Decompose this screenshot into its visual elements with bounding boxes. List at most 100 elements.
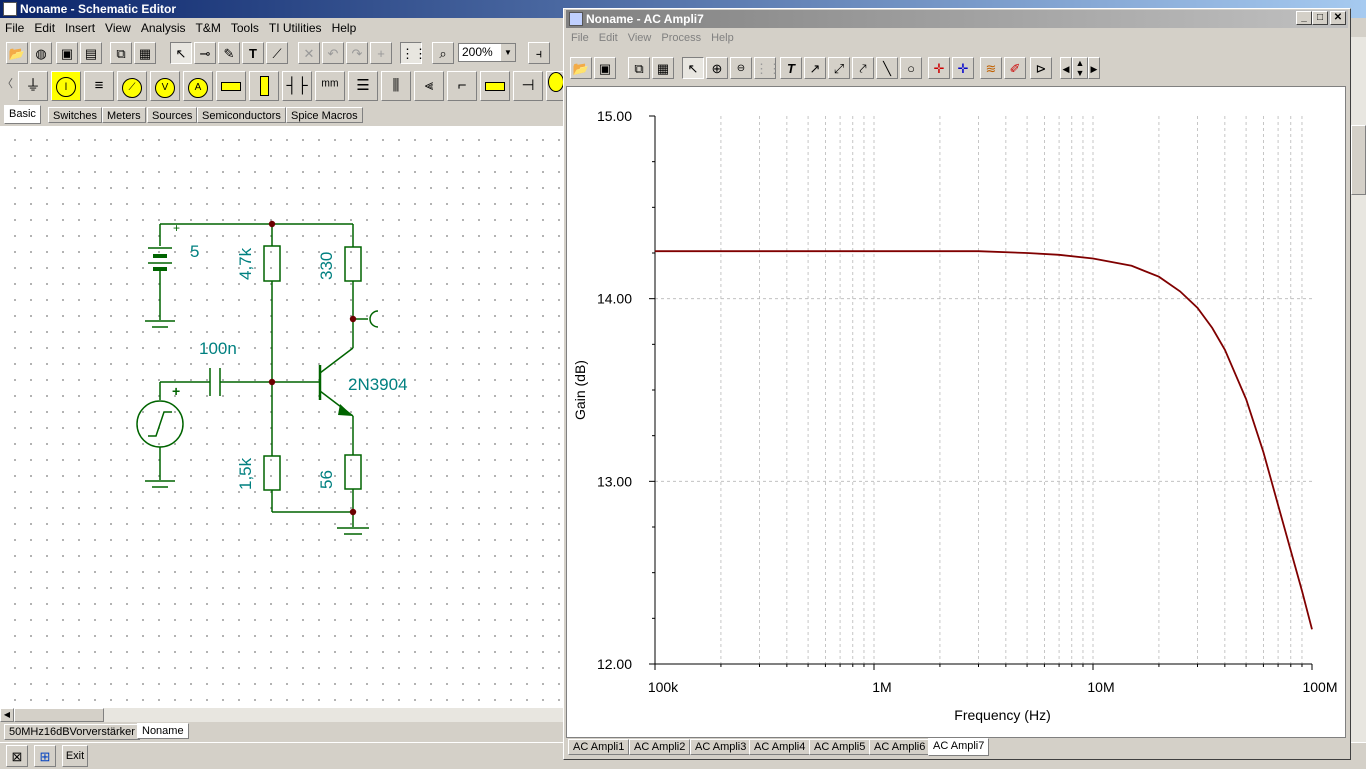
menu-tools[interactable]: Tools	[226, 19, 264, 37]
schematic-canvas[interactable]: + + 5 100n 2N3904 4,7k 330 1,5k 56	[0, 126, 565, 708]
junction-icon[interactable]: +	[370, 42, 392, 64]
transformer-center-icon[interactable]: ⫼	[381, 71, 411, 101]
tab-sources[interactable]: Sources	[147, 107, 198, 123]
diode-icon[interactable]: ⊣	[513, 71, 543, 101]
zoom-100-icon[interactable]: ⊖	[730, 57, 752, 79]
scroll-left-icon[interactable]: 〈	[2, 75, 13, 97]
cursor-b-icon[interactable]: ✛	[952, 57, 974, 79]
arrow-tool-icon[interactable]: ⤢	[828, 57, 850, 79]
circle-icon[interactable]: ○	[900, 57, 922, 79]
menu-view[interactable]: View	[100, 19, 136, 37]
save-icon[interactable]: ▣	[56, 42, 78, 64]
grid-icon[interactable]: ⋮⋮	[400, 42, 427, 64]
scroll-thumb[interactable]	[14, 708, 104, 722]
zoom-icon[interactable]: ⌕	[432, 42, 454, 64]
redo-icon[interactable]: ↷	[346, 42, 368, 64]
current-meter-icon[interactable]: A	[183, 71, 213, 101]
result-tab-5[interactable]: AC Ampli5	[809, 739, 871, 755]
curves-icon[interactable]: ≋	[980, 57, 1002, 79]
menu-help[interactable]: Help	[327, 19, 362, 37]
doc-tab-50mhz[interactable]: 50MHz16dBVorverstärker	[4, 724, 140, 740]
arrow-label-icon[interactable]: ⤤	[852, 57, 874, 79]
pencil-icon[interactable]: ✎	[218, 42, 240, 64]
tab-meters[interactable]: Meters	[102, 107, 146, 123]
ac-grid-icon[interactable]: ⋮⋮	[754, 57, 781, 79]
ac-text-icon[interactable]: T	[780, 57, 802, 79]
result-tab-2[interactable]: AC Ampli2	[629, 739, 691, 755]
schematic-view-icon[interactable]: ⊠	[6, 745, 28, 767]
ac-save-icon[interactable]: ▣	[594, 57, 616, 79]
chevron-down-icon[interactable]: ▼	[501, 44, 515, 61]
nav-right-icon[interactable]: ▶	[1088, 57, 1100, 79]
menu-file[interactable]: File	[0, 19, 29, 37]
tab-semiconductors[interactable]: Semiconductors	[197, 107, 286, 123]
result-tab-1[interactable]: AC Ampli1	[568, 739, 630, 755]
coupled-inductor-icon[interactable]: ⫷	[414, 71, 444, 101]
resistor-vertical-icon[interactable]	[249, 71, 279, 101]
globe-icon[interactable]: ◍	[30, 42, 52, 64]
potentiometer-icon[interactable]	[480, 71, 510, 101]
scroll-left-arrow-icon[interactable]: ◀	[0, 708, 14, 722]
select-arrow-icon[interactable]: ↖	[170, 42, 192, 64]
inductor-icon[interactable]: ᵐᵐ	[315, 71, 345, 101]
component-icon[interactable]: ⫞	[528, 42, 550, 64]
open-folder-icon[interactable]: 📂	[6, 42, 28, 64]
arrow-line-icon[interactable]: ↗	[804, 57, 826, 79]
paste-icon[interactable]: ▦	[134, 42, 156, 64]
ammeter-icon[interactable]: ⏽	[51, 71, 81, 101]
ac-menu-file[interactable]: File	[566, 29, 594, 47]
ac-open-icon[interactable]: 📂	[570, 57, 592, 79]
gain-chart[interactable]: 100k 1M 10M 100M 12.00 13.00 14.00 15.00 Frequ…	[567, 87, 1345, 737]
result-tab-6[interactable]: AC Ampli6	[869, 739, 931, 755]
ac-menu-edit[interactable]: Edit	[594, 29, 623, 47]
tab-spice-macros[interactable]: Spice Macros	[286, 107, 363, 123]
ac-menu-process[interactable]: Process	[656, 29, 706, 47]
menu-tm[interactable]: T&M	[191, 19, 226, 37]
switch-icon[interactable]: ⌐	[447, 71, 477, 101]
copy-icon[interactable]: ⧉	[110, 42, 132, 64]
ac-paste-icon[interactable]: ▦	[652, 57, 674, 79]
scroll-thumb-vertical[interactable]	[1351, 125, 1366, 195]
zoom-in-icon[interactable]: ⊕	[706, 57, 728, 79]
result-tab-3[interactable]: AC Ampli3	[690, 739, 752, 755]
doc-tab-noname[interactable]: Noname	[137, 723, 189, 739]
nav-updown-icon[interactable]: ▲ ▼	[1072, 57, 1088, 79]
result-tab-4[interactable]: AC Ampli4	[749, 739, 811, 755]
delete-icon[interactable]: ✕	[298, 42, 320, 64]
menu-ti-utilities[interactable]: TI Utilities	[264, 19, 327, 37]
menu-edit[interactable]: Edit	[29, 19, 60, 37]
tab-basic[interactable]: Basic	[4, 105, 41, 124]
resistor-horizontal-icon[interactable]	[216, 71, 246, 101]
ac-menu-view[interactable]: View	[623, 29, 657, 47]
close-button[interactable]: ✕	[1330, 11, 1346, 25]
ground-icon[interactable]: ⏚	[18, 71, 48, 101]
menu-analysis[interactable]: Analysis	[136, 19, 191, 37]
nav-left-icon[interactable]: ◀	[1060, 57, 1072, 79]
wire-icon[interactable]: ⊸	[194, 42, 216, 64]
exit-button[interactable]: Exit	[62, 745, 88, 767]
open-icon[interactable]: ▤	[80, 42, 102, 64]
battery-icon[interactable]: ≡	[84, 71, 114, 101]
tab-switches[interactable]: Switches	[48, 107, 103, 123]
transformer-icon[interactable]: ☰	[348, 71, 378, 101]
draw-icon[interactable]: ⟋	[266, 42, 288, 64]
zoom-select[interactable]: 200% ▼	[458, 43, 516, 62]
probe-icon[interactable]: ✐	[1004, 57, 1026, 79]
ac-copy-icon[interactable]: ⧉	[628, 57, 650, 79]
capacitor-icon[interactable]: ┤├	[282, 71, 312, 101]
schematic-hscrollbar[interactable]: ◀	[0, 708, 565, 722]
line-icon[interactable]: ╲	[876, 57, 898, 79]
text-icon[interactable]: T	[242, 42, 264, 64]
main-vscrollbar[interactable]	[1351, 37, 1366, 742]
voltmeter-icon[interactable]: ⟋	[117, 71, 147, 101]
maximize-button[interactable]: □	[1312, 11, 1328, 25]
minimize-button[interactable]: _	[1296, 11, 1312, 25]
diagram-view-icon[interactable]: ⊞	[34, 745, 56, 767]
ac-menu-help[interactable]: Help	[706, 29, 739, 47]
cursor-a-icon[interactable]: ✛	[928, 57, 950, 79]
marker-icon[interactable]: ⊳	[1030, 57, 1052, 79]
voltage-meter-icon[interactable]: V	[150, 71, 180, 101]
menu-insert[interactable]: Insert	[60, 19, 100, 37]
ac-select-icon[interactable]: ↖	[682, 57, 704, 79]
result-tab-7[interactable]: AC Ampli7	[928, 738, 990, 756]
